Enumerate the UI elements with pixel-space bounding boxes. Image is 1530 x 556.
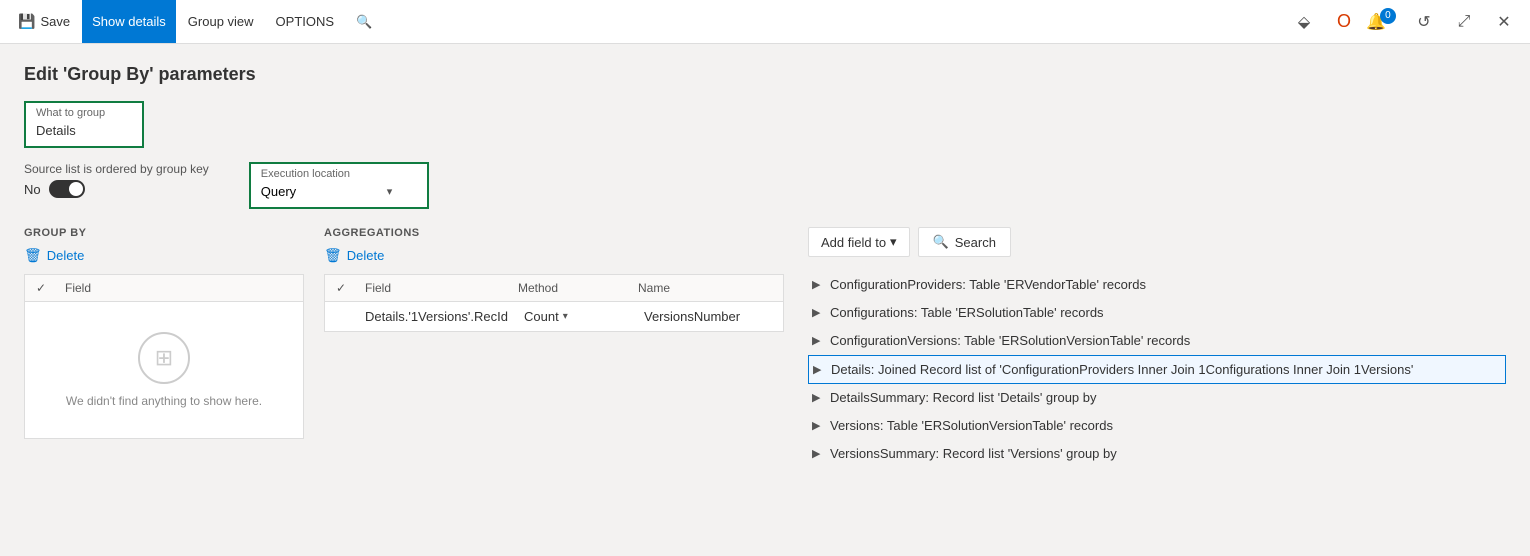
- toolbar: 💾 Save Show details Group view OPTIONS 🔍…: [0, 0, 1530, 44]
- customize-icon-button[interactable]: ⬙: [1286, 4, 1322, 40]
- agg-check-col: ✓: [325, 275, 357, 301]
- page-title: Edit 'Group By' parameters: [24, 64, 1506, 85]
- execution-location-select[interactable]: Query In memory Auto: [261, 184, 381, 199]
- group-view-button[interactable]: Group view: [178, 0, 264, 43]
- field-items-list: ▶ ConfigurationProviders: Table 'ERVendo…: [808, 271, 1506, 468]
- dropdown-arrow-icon: ▾: [387, 185, 393, 198]
- what-to-group-box: What to group Details: [24, 101, 144, 148]
- source-list-label: Source list is ordered by group key: [24, 162, 209, 176]
- chevron-right-icon: ▶: [813, 363, 825, 376]
- execution-location-select-wrapper: Query In memory Auto ▾: [261, 184, 417, 199]
- source-list-section: Source list is ordered by group key No: [24, 162, 209, 198]
- field-search-icon: 🔍: [933, 234, 949, 250]
- what-to-group-label: What to group: [36, 107, 132, 119]
- notification-badge: 0: [1380, 8, 1396, 24]
- field-list-panel: Add field to ▾ 🔍 Search ▶ ConfigurationP…: [808, 227, 1506, 468]
- aggregations-delete-icon: 🗑: [324, 247, 342, 264]
- field-search-button[interactable]: 🔍 Search: [918, 227, 1011, 257]
- chevron-right-icon: ▶: [812, 306, 824, 319]
- toolbar-search-button[interactable]: 🔍: [346, 0, 382, 43]
- method-dropdown-arrow-icon: ▾: [563, 311, 568, 322]
- chevron-right-icon: ▶: [812, 278, 824, 291]
- group-by-panel: GROUP BY 🗑 Delete ✓ Field ⊞ We didn't fi…: [24, 227, 304, 468]
- aggregations-panel: AGGREGATIONS 🗑 Delete ✓ Field Method Nam…: [324, 227, 784, 468]
- columns-area: GROUP BY 🗑 Delete ✓ Field ⊞ We didn't fi…: [24, 227, 1506, 468]
- save-icon: 💾: [18, 13, 35, 30]
- group-by-header: GROUP BY: [24, 227, 304, 239]
- agg-name-col: Name: [630, 275, 783, 301]
- group-by-delete-button[interactable]: 🗑 Delete: [24, 247, 84, 264]
- execution-location-box: Execution location Query In memory Auto …: [249, 162, 429, 209]
- agg-row-method: Count ▾: [516, 302, 636, 331]
- field-list-header: Add field to ▾ 🔍 Search: [808, 227, 1506, 257]
- source-list-toggle[interactable]: [49, 180, 85, 198]
- aggregations-delete-button[interactable]: 🗑 Delete: [324, 247, 384, 264]
- group-by-table-header: ✓ Field: [25, 275, 303, 302]
- list-item[interactable]: ▶ ConfigurationProviders: Table 'ERVendo…: [808, 271, 1506, 299]
- toggle-row: No: [24, 180, 209, 198]
- agg-method-col: Method: [510, 275, 630, 301]
- chevron-right-icon: ▶: [812, 419, 824, 432]
- what-to-group-value: Details: [36, 123, 132, 138]
- show-details-button[interactable]: Show details: [82, 0, 176, 43]
- delete-icon: 🗑: [24, 247, 42, 264]
- group-by-empty-state: ⊞ We didn't find anything to show here.: [25, 302, 303, 438]
- group-by-table: ✓ Field ⊞ We didn't find anything to sho…: [24, 274, 304, 439]
- aggregations-header: AGGREGATIONS: [324, 227, 784, 239]
- notifications-button[interactable]: 🔔 0: [1366, 4, 1402, 40]
- expand-button[interactable]: ⤢: [1446, 4, 1482, 40]
- chevron-right-icon: ▶: [812, 447, 824, 460]
- chevron-right-icon: ▶: [812, 391, 824, 404]
- execution-location-label: Execution location: [261, 168, 417, 180]
- toggle-knob: [69, 182, 83, 196]
- add-field-chevron-icon: ▾: [890, 234, 897, 250]
- office-button[interactable]: O: [1326, 4, 1362, 40]
- empty-icon: ⊞: [138, 332, 190, 384]
- list-item[interactable]: ▶ DetailsSummary: Record list 'Details' …: [808, 384, 1506, 412]
- group-by-check-col: ✓: [25, 275, 57, 301]
- options-row: Source list is ordered by group key No E…: [24, 162, 1506, 209]
- list-item[interactable]: ▶ VersionsSummary: Record list 'Versions…: [808, 440, 1506, 468]
- list-item[interactable]: ▶ Versions: Table 'ERSolutionVersionTabl…: [808, 412, 1506, 440]
- toggle-no-label: No: [24, 182, 41, 197]
- options-button[interactable]: OPTIONS: [266, 0, 345, 43]
- aggregations-table: ✓ Field Method Name Details.'1Versions'.…: [324, 274, 784, 332]
- method-select[interactable]: Count ▾: [524, 309, 628, 324]
- main-content: Edit 'Group By' parameters What to group…: [0, 44, 1530, 556]
- list-item[interactable]: ▶ Details: Joined Record list of 'Config…: [808, 355, 1506, 384]
- table-row: Details.'1Versions'.RecId Count ▾ Versio…: [325, 302, 783, 331]
- agg-field-col: Field: [357, 275, 510, 301]
- aggregations-table-header: ✓ Field Method Name: [325, 275, 783, 302]
- toolbar-right: ⬙ O 🔔 0 ↺ ⤢ ✕: [1286, 4, 1522, 40]
- agg-row-name: VersionsNumber: [636, 302, 783, 331]
- save-button[interactable]: 💾 Save: [8, 0, 80, 43]
- group-by-field-col: Field: [57, 275, 303, 301]
- search-icon: 🔍: [356, 14, 372, 30]
- add-field-to-button[interactable]: Add field to ▾: [808, 227, 910, 257]
- agg-row-check: [325, 310, 357, 324]
- chevron-right-icon: ▶: [812, 334, 824, 347]
- agg-row-field: Details.'1Versions'.RecId: [357, 302, 516, 331]
- refresh-button[interactable]: ↺: [1406, 4, 1442, 40]
- list-item[interactable]: ▶ Configurations: Table 'ERSolutionTable…: [808, 299, 1506, 327]
- close-button[interactable]: ✕: [1486, 4, 1522, 40]
- list-item[interactable]: ▶ ConfigurationVersions: Table 'ERSoluti…: [808, 327, 1506, 355]
